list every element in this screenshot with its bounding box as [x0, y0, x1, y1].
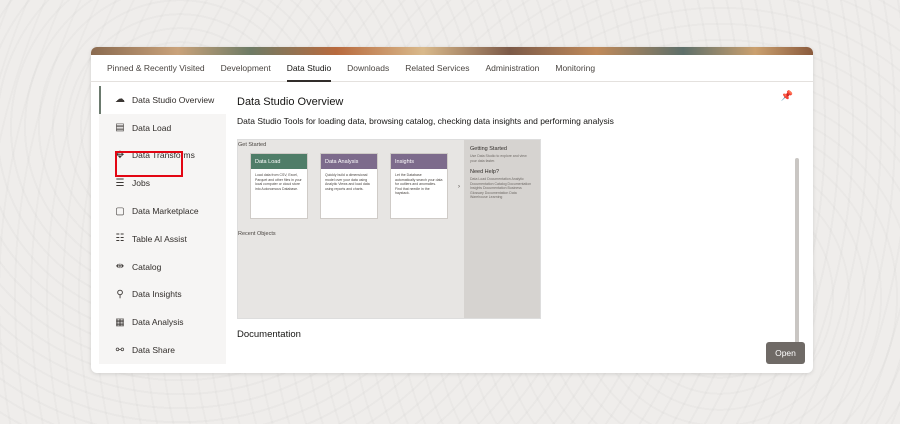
sidebar-item-data-load[interactable]: ▤ Data Load — [99, 114, 226, 142]
card-text: Load data from CSV, Excel, Parquet and o… — [255, 173, 302, 191]
sidebar-item-label: Data Share — [132, 345, 175, 356]
card-title: Insights — [391, 154, 447, 169]
sidebar-item-label: Jobs — [132, 178, 150, 189]
scrollbar[interactable] — [795, 158, 799, 356]
analysis-icon: ▦ — [115, 316, 125, 328]
page-title: Data Studio Overview — [237, 96, 344, 108]
tab-pinned[interactable]: Pinned & Recently Visited — [99, 55, 213, 82]
card-text: Quickly build a dimensional model over y… — [325, 173, 370, 191]
sidebar-item-data-analysis[interactable]: ▦ Data Analysis — [99, 308, 226, 336]
cloud-icon: ☁ — [115, 94, 125, 106]
tab-data-studio[interactable]: Data Studio — [279, 55, 339, 82]
sidebar-item-data-studio-overview[interactable]: ☁ Data Studio Overview — [99, 86, 226, 114]
page-subtitle: Data Studio Tools for loading data, brow… — [237, 116, 614, 126]
sidebar-item-label: Table AI Assist — [132, 233, 187, 244]
table-ai-icon: ☷ — [115, 233, 125, 245]
chevron-right-icon: › — [458, 184, 460, 190]
preview-card-insights: Insights Let the Database automatically … — [390, 153, 448, 219]
sidebar-item-label: Data Studio Overview — [132, 94, 215, 105]
sidebar-item-label: Data Marketplace — [132, 206, 199, 217]
tab-development[interactable]: Development — [213, 55, 279, 82]
tab-related-services[interactable]: Related Services — [397, 55, 477, 82]
data-studio-panel: Pinned & Recently Visited Development Da… — [91, 47, 813, 373]
open-button[interactable]: Open — [766, 342, 805, 364]
preview-side-text: Data Load Documentation Analytic Documen… — [470, 177, 532, 199]
preview-card-data-analysis: Data Analysis Quickly build a dimensiona… — [320, 153, 378, 219]
tab-administration[interactable]: Administration — [478, 55, 548, 82]
sidebar-item-table-ai-assist[interactable]: ☷ Table AI Assist — [99, 225, 226, 253]
card-text: Let the Database automatically search yo… — [395, 173, 443, 195]
bag-icon: ▢ — [115, 205, 125, 217]
highlight-box — [115, 151, 183, 177]
preview-side-heading: Need Help? — [470, 169, 500, 175]
preview-card-data-load: Data Load Load data from CSV, Excel, Par… — [250, 153, 308, 219]
sidebar-item-catalog[interactable]: ⇹ Catalog — [99, 253, 226, 281]
overview-preview-image[interactable]: Get Started Data Load Load data from CSV… — [237, 139, 541, 319]
sidebar-item-label: Data Load — [132, 122, 172, 133]
tab-downloads[interactable]: Downloads — [339, 55, 397, 82]
jobs-list-icon: ☰ — [115, 177, 125, 189]
preview-side-text: Use Data Studio to explore and view your… — [470, 154, 527, 163]
preview-side-panel: Getting Started Use Data Studio to explo… — [464, 140, 540, 318]
preview-side-heading: Getting Started — [470, 146, 507, 152]
sidebar-item-label: Catalog — [132, 261, 162, 272]
preview-get-started: Get Started — [238, 142, 267, 148]
catalog-icon: ⇹ — [115, 261, 125, 273]
card-title: Data Analysis — [321, 154, 377, 169]
tab-bar: Pinned & Recently Visited Development Da… — [91, 55, 813, 82]
sidebar-item-label: Data Analysis — [132, 317, 184, 328]
sidebar-item-data-share[interactable]: ⚯ Data Share — [99, 336, 226, 364]
preview-recent-objects: Recent Objects — [238, 231, 276, 237]
data-load-icon: ▤ — [115, 122, 125, 134]
sidebar: ☁ Data Studio Overview ▤ Data Load ✥ Dat… — [99, 86, 226, 364]
documentation-heading: Documentation — [237, 329, 301, 340]
pin-icon[interactable]: 📌 — [781, 91, 793, 102]
main-content: Data Studio Overview Data Studio Tools f… — [237, 91, 803, 373]
tab-monitoring[interactable]: Monitoring — [547, 55, 603, 82]
sidebar-item-label: Data Insights — [132, 289, 182, 300]
sidebar-item-data-insights[interactable]: ⚲ Data Insights — [99, 281, 226, 309]
insights-icon: ⚲ — [116, 288, 124, 300]
card-title: Data Load — [251, 154, 307, 169]
sidebar-item-data-marketplace[interactable]: ▢ Data Marketplace — [99, 197, 226, 225]
share-icon: ⚯ — [115, 344, 125, 356]
